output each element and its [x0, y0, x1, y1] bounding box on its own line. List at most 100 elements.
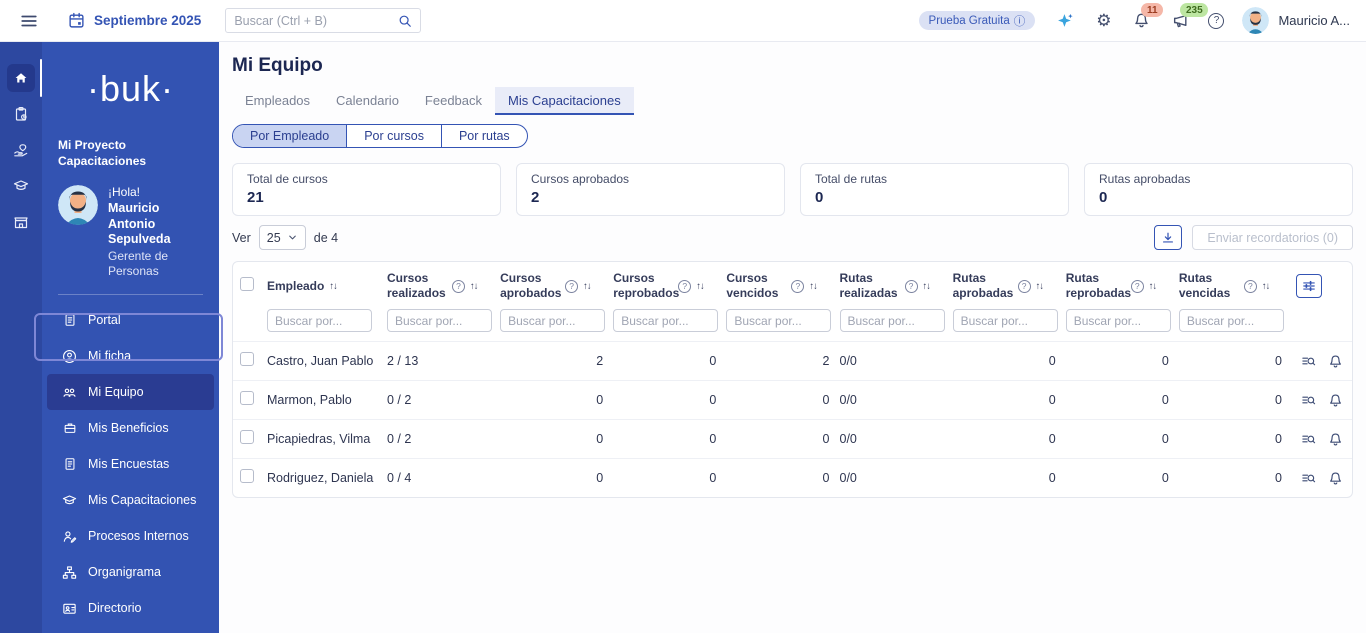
help-icon[interactable]: ?	[904, 279, 918, 293]
sort-icon[interactable]: ↑↓	[923, 281, 931, 292]
row-checkbox[interactable]	[240, 468, 254, 483]
toggle-por-rutas[interactable]: Por rutas	[442, 125, 527, 147]
period-selector[interactable]: Septiembre 2025	[68, 12, 201, 29]
page-size-select[interactable]: 25	[258, 225, 306, 250]
sidebar-item-mis-beneficios[interactable]: Mis Beneficios	[47, 410, 214, 446]
sidebar-item-mi-equipo[interactable]: Mi Equipo	[47, 374, 214, 411]
filter-rutas-vencidas-input[interactable]	[1178, 309, 1284, 332]
select-all-checkbox[interactable]	[240, 276, 254, 291]
cell-cursos-vencidos: 2	[822, 354, 830, 368]
sidebar-item-procesos-internos[interactable]: Procesos Internos	[47, 518, 214, 554]
filter-cursos-realizados-input[interactable]	[387, 309, 492, 332]
tab-mis-capacitaciones[interactable]: Mis Capacitaciones	[495, 87, 634, 115]
help-icon[interactable]: ?	[1208, 12, 1225, 29]
row-bell-icon[interactable]	[1328, 471, 1343, 486]
filter-cursos-reprobados-input[interactable]	[613, 309, 719, 332]
sort-icon[interactable]: ↑↓	[809, 281, 817, 292]
section-tabs: Empleados Calendario Feedback Mis Capaci…	[232, 87, 1353, 115]
help-icon[interactable]: ?	[678, 279, 692, 293]
sidebar-item-label: Organigrama	[88, 565, 161, 580]
sidebar-item-label: Portal	[88, 313, 121, 328]
search-icon[interactable]	[398, 14, 412, 28]
help-icon[interactable]: ?	[1243, 279, 1257, 293]
gear-icon[interactable]: ⚙	[1096, 12, 1111, 29]
row-detail-search-icon[interactable]	[1301, 393, 1316, 408]
cell-cursos-aprobados: 0	[596, 471, 604, 485]
sidebar-item-mi-ficha[interactable]: Mi ficha	[47, 338, 214, 374]
help-icon[interactable]: ?	[791, 279, 805, 293]
trial-badge[interactable]: Prueba Gratuita ⓘ	[918, 11, 1036, 30]
help-icon[interactable]: ?	[565, 279, 579, 293]
sort-icon[interactable]: ↑↓	[1036, 281, 1044, 292]
assistant-sparkle-icon[interactable]	[1057, 12, 1074, 29]
sidebar-item-directorio[interactable]: Directorio	[47, 590, 214, 626]
sidebar-item-organigrama[interactable]: Organigrama	[47, 554, 214, 590]
row-bell-icon[interactable]	[1328, 354, 1343, 369]
user-name[interactable]: Mauricio A...	[1278, 13, 1350, 28]
column-label: Cursos aprobados	[500, 271, 562, 300]
help-icon[interactable]: ?	[1017, 279, 1031, 293]
view-toggle: Por Empleado Por cursos Por rutas	[232, 124, 528, 148]
search-input[interactable]	[234, 13, 399, 28]
period-label: Septiembre 2025	[94, 13, 202, 28]
calendar-icon	[68, 12, 85, 29]
sort-icon[interactable]: ↑↓	[470, 281, 478, 292]
row-bell-icon[interactable]	[1328, 432, 1343, 447]
team-icon	[62, 385, 77, 400]
filter-empleado-input[interactable]	[267, 309, 372, 332]
hamburger-menu-icon[interactable]	[20, 12, 38, 30]
download-button[interactable]	[1154, 225, 1183, 250]
row-bell-icon[interactable]	[1328, 393, 1343, 408]
help-icon[interactable]: ?	[1130, 279, 1144, 293]
sort-icon[interactable]: ↑↓	[696, 281, 704, 292]
cell-rutas-realizadas: 0/0	[839, 471, 857, 485]
rail-home[interactable]	[0, 59, 42, 97]
cell-rutas-realizadas: 0/0	[839, 432, 857, 446]
row-checkbox[interactable]	[240, 351, 254, 366]
sort-icon[interactable]: ↑↓	[583, 281, 591, 292]
sidebar-avatar[interactable]	[58, 185, 98, 226]
filter-rutas-reprobadas-input[interactable]	[1065, 309, 1171, 332]
user-avatar[interactable]	[1242, 7, 1270, 34]
total-label: de 4	[313, 230, 339, 245]
tab-empleados[interactable]: Empleados	[232, 87, 323, 115]
toggle-por-empleado[interactable]: Por Empleado	[233, 125, 348, 147]
cell-rutas-vencidas: 0	[1275, 471, 1282, 485]
page-title: Mi Equipo	[232, 55, 323, 76]
graduation-cap-icon	[62, 493, 77, 508]
document-icon	[62, 313, 77, 327]
rail-benefits[interactable]	[0, 132, 42, 168]
filter-rutas-realizadas-input[interactable]	[839, 309, 945, 332]
person-edit-icon	[62, 529, 77, 544]
row-checkbox[interactable]	[240, 390, 254, 405]
send-reminders-button[interactable]: Enviar recordatorios (0)	[1192, 225, 1353, 250]
col-rutas-vencidas: Rutas vencidas ? ↑↓	[1179, 271, 1292, 301]
sidebar-item-mis-encuestas[interactable]: Mis Encuestas	[47, 446, 214, 482]
row-detail-search-icon[interactable]	[1301, 432, 1316, 447]
filter-rutas-aprobadas-input[interactable]	[952, 309, 1058, 332]
rail-tasks[interactable]	[0, 96, 42, 132]
sidebar-item-mis-capacitaciones[interactable]: Mis Capacitaciones	[47, 482, 214, 518]
sort-icon[interactable]: ↑↓	[329, 281, 337, 292]
cell-cursos-reprobados: 0	[709, 354, 717, 368]
column-settings-button[interactable]	[1296, 274, 1322, 298]
column-label: Rutas reprobadas	[1065, 271, 1132, 300]
rail-company[interactable]	[0, 204, 42, 240]
filter-cursos-vencidos-input[interactable]	[726, 309, 832, 332]
notifications-bell[interactable]: 11	[1133, 3, 1164, 29]
row-detail-search-icon[interactable]	[1301, 354, 1316, 369]
toggle-por-cursos[interactable]: Por cursos	[347, 125, 442, 147]
org-chart-icon	[62, 565, 77, 580]
filter-cursos-aprobados-input[interactable]	[500, 309, 606, 332]
cell-cursos-vencidos: 0	[822, 393, 830, 407]
announcements-megaphone-icon[interactable]: 235	[1172, 3, 1209, 29]
sidebar-item-portal[interactable]: Portal	[47, 302, 214, 338]
rail-trainings[interactable]	[0, 168, 42, 204]
tab-calendario[interactable]: Calendario	[323, 87, 412, 115]
sort-icon[interactable]: ↑↓	[1262, 281, 1270, 292]
help-icon[interactable]: ?	[452, 279, 465, 293]
tab-feedback[interactable]: Feedback	[412, 87, 495, 115]
row-checkbox[interactable]	[240, 429, 254, 444]
row-detail-search-icon[interactable]	[1301, 471, 1316, 486]
sort-icon[interactable]: ↑↓	[1149, 281, 1157, 292]
